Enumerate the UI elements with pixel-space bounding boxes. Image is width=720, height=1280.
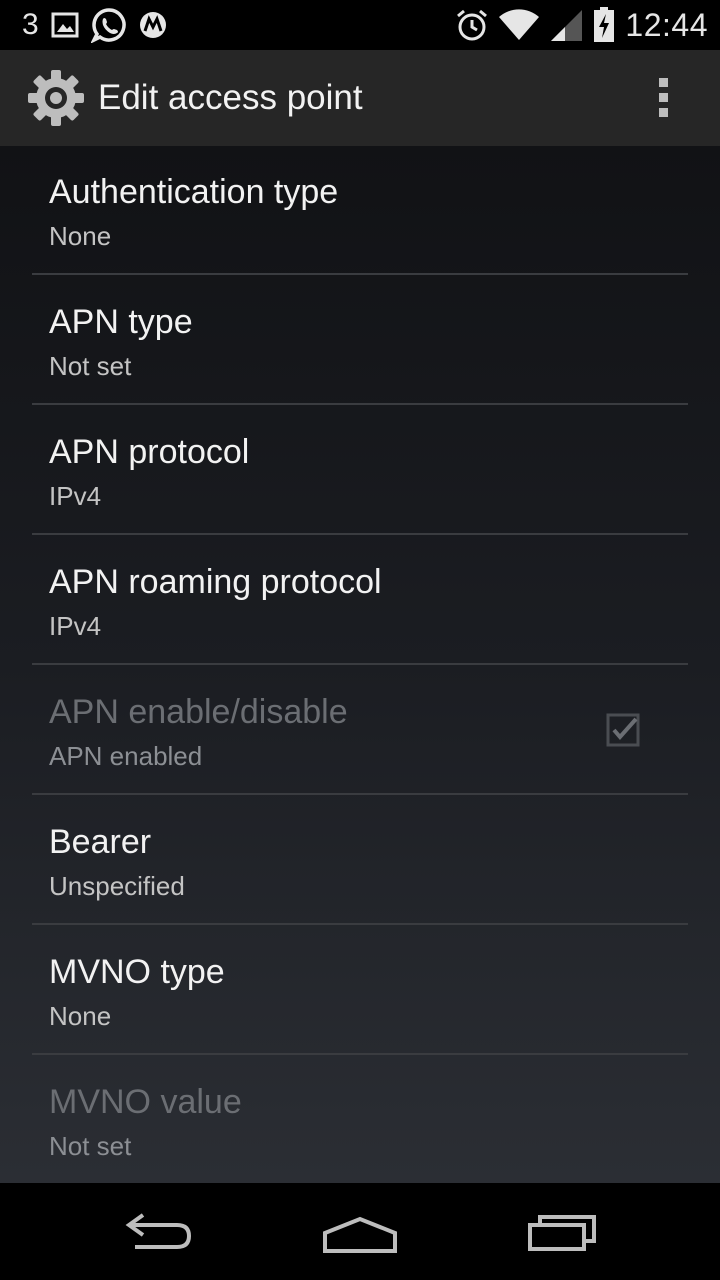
pref-bearer[interactable]: Bearer Unspecified (0, 795, 720, 925)
home-icon[interactable] (315, 1203, 405, 1259)
pref-title: MVNO type (49, 953, 225, 991)
pref-mvno-type[interactable]: MVNO type None (0, 925, 720, 1055)
pref-title: MVNO value (49, 1083, 242, 1121)
wifi-icon (499, 9, 540, 40)
overflow-menu-icon[interactable] (652, 78, 676, 118)
battery-charging-icon (594, 7, 615, 42)
pref-mvno-value: MVNO value Not set (0, 1055, 720, 1183)
recent-apps-icon[interactable] (518, 1203, 608, 1259)
clock: 12:44 (625, 7, 708, 43)
pref-title: Bearer (49, 823, 152, 861)
action-bar: Edit access point (0, 50, 720, 146)
pref-summary: IPv4 (49, 611, 102, 641)
back-icon[interactable] (115, 1203, 205, 1259)
status-notifications: 3 (22, 0, 167, 50)
image-icon (51, 12, 79, 38)
status-bar: 3 12:44 (0, 0, 720, 50)
pref-apn-enable-disable: APN enable/disable APN enabled (0, 665, 720, 795)
pref-summary: None (49, 221, 112, 251)
pref-apn-type[interactable]: APN type Not set (0, 275, 720, 405)
pref-title: APN roaming protocol (49, 563, 382, 601)
cell-signal-icon (551, 10, 583, 41)
settings-gear-icon[interactable] (26, 68, 86, 128)
pref-summary: IPv4 (49, 481, 102, 511)
navigation-bar (0, 1183, 720, 1280)
pref-title: APN protocol (49, 433, 250, 471)
pref-summary: APN enabled (49, 741, 203, 771)
motorola-icon (139, 12, 166, 38)
pref-apn-protocol[interactable]: APN protocol IPv4 (0, 405, 720, 535)
page-title: Edit access point (98, 78, 363, 117)
pref-summary: Unspecified (49, 871, 185, 901)
pref-summary: None (49, 1001, 112, 1031)
pref-summary: Not set (49, 351, 132, 381)
pref-apn-roaming-protocol[interactable]: APN roaming protocol IPv4 (0, 535, 720, 665)
pref-summary: Not set (49, 1131, 132, 1161)
preference-list: Authentication type None APN type Not se… (0, 146, 720, 1183)
screen: 3 12:44 Edit access point Authentication… (0, 0, 720, 1280)
pref-title: APN enable/disable (49, 693, 348, 731)
pref-authentication-type[interactable]: Authentication type None (0, 146, 720, 275)
notification-count: 3 (22, 8, 39, 41)
pref-title: Authentication type (49, 173, 339, 211)
pref-title: APN type (49, 303, 193, 341)
apn-enabled-checkbox (606, 713, 640, 747)
whatsapp-icon (90, 8, 126, 43)
alarm-icon (457, 9, 488, 41)
status-system: 12:44 (455, 0, 708, 50)
